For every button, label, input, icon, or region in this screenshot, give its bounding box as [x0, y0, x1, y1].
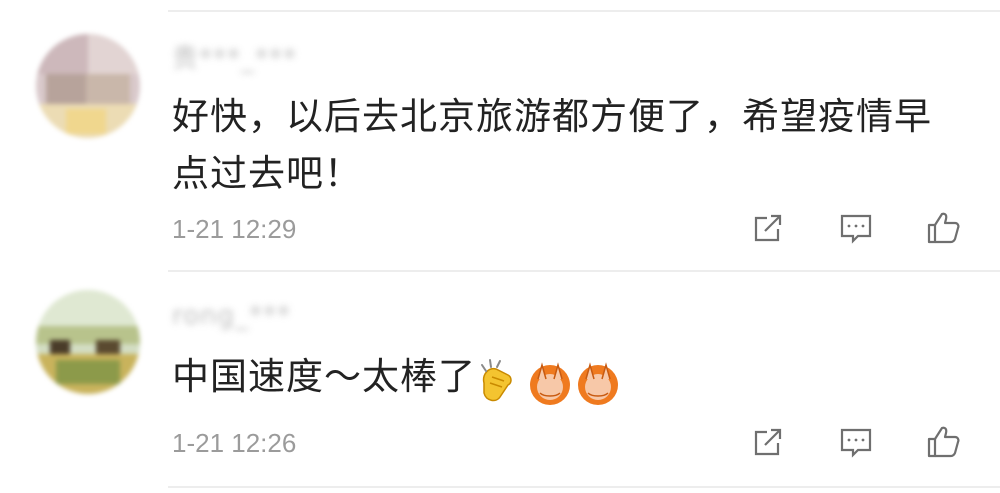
like-icon[interactable]: [924, 422, 964, 462]
emoji-group: [478, 350, 628, 407]
username[interactable]: 贵***_***: [172, 40, 297, 74]
username[interactable]: rong_***: [172, 300, 291, 332]
divider: [168, 270, 1000, 272]
divider: [168, 486, 1000, 488]
thumbs-up-monkey-emoji: [530, 361, 570, 405]
share-icon[interactable]: [748, 208, 788, 248]
timestamp: 1-21 12:26: [172, 428, 297, 458]
comment-actions: [748, 422, 964, 462]
like-icon[interactable]: [924, 208, 964, 248]
comment-text: 好快，以后去北京旅游都方便了，希望疫情早点过去吧！: [172, 95, 932, 195]
timestamp: 1-21 12:29: [172, 214, 297, 244]
avatar[interactable]: [36, 290, 140, 394]
comment-actions: [748, 208, 964, 248]
reply-icon[interactable]: [836, 422, 876, 462]
share-icon[interactable]: [748, 422, 788, 462]
divider: [168, 10, 1000, 12]
comment-text-body: 中国速度～太棒了: [172, 355, 476, 398]
clapping-hands-emoji: [481, 358, 512, 401]
reply-icon[interactable]: [836, 208, 876, 248]
avatar[interactable]: [36, 34, 140, 138]
comment-text: 中国速度～太棒了: [172, 348, 962, 407]
thumbs-up-monkey-emoji: [578, 361, 618, 405]
